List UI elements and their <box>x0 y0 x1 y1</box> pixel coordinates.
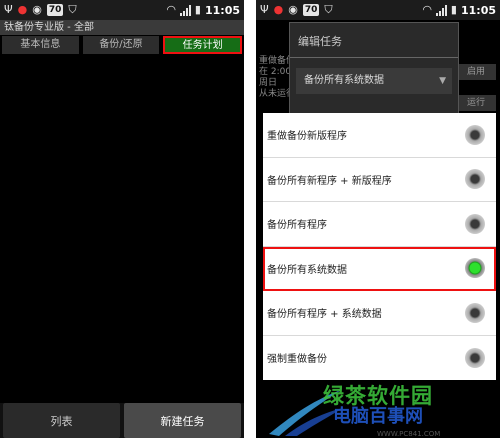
signal-icon <box>435 4 447 16</box>
tab-bar: 基本信息 备份/还原 任务计划 <box>0 36 244 54</box>
battery-level: 70 <box>302 4 320 16</box>
clock: 11:05 <box>204 3 240 17</box>
notification-dot-icon: ● <box>17 3 28 16</box>
record-icon: ◉ <box>288 3 298 16</box>
option-row[interactable]: 备份所有新程序 + 新版程序 <box>263 158 496 202</box>
task-type-options-list: 重做备份新版程序 备份所有新程序 + 新版程序 备份所有程序 备份所有系统数据 … <box>263 113 496 380</box>
wifi-icon: ◠ <box>166 3 176 16</box>
battery-icon: ▮ <box>194 3 201 16</box>
select-value: 备份所有系统数据 <box>304 75 384 86</box>
edit-task-dialog: 编辑任务 备份所有系统数据 ▼ <box>289 22 459 122</box>
option-row-selected[interactable]: 备份所有系统数据 <box>263 246 496 291</box>
tab-backup-restore[interactable]: 备份/还原 <box>82 36 160 54</box>
shield-icon: ⛉ <box>324 3 333 16</box>
left-phone-screen: Ψ ● ◉ 70 ⛉ ◠ ▮ 11:05 钛备份专业版 - 全部 基本信息 备份… <box>0 0 244 438</box>
radio-button-checked[interactable] <box>465 258 485 279</box>
option-label: 备份所有系统数据 <box>267 264 347 276</box>
new-task-button[interactable]: 新建任务 <box>124 403 241 438</box>
battery-icon: ▮ <box>450 3 457 16</box>
option-row[interactable]: 重做备份新版程序 <box>263 113 496 158</box>
battery-level: 70 <box>46 4 64 16</box>
option-label: 备份所有程序 + 系统数据 <box>267 309 382 321</box>
status-bar: Ψ ● ◉ 70 ⛉ ◠ ▮ 11:05 <box>256 0 500 20</box>
option-row[interactable]: 备份所有程序 <box>263 202 496 247</box>
bottom-bar: 列表 新建任务 <box>0 403 244 438</box>
divider <box>290 57 458 58</box>
dropdown-arrow-icon: ▼ <box>439 76 446 86</box>
option-row[interactable]: 强制重做备份 <box>263 336 496 381</box>
option-label: 备份所有新程序 + 新版程序 <box>267 175 392 187</box>
app-title: 钛备份专业版 - 全部 <box>0 20 244 35</box>
option-label: 强制重做备份 <box>267 354 327 366</box>
tab-basic-info[interactable]: 基本信息 <box>2 36 79 54</box>
wifi-icon: ◠ <box>422 3 432 16</box>
option-label: 重做备份新版程序 <box>267 131 347 143</box>
radio-button[interactable] <box>465 302 485 323</box>
record-icon: ◉ <box>32 3 42 16</box>
run-button: 运行 <box>456 95 496 111</box>
notification-dot-icon: ● <box>273 3 284 16</box>
right-phone-screen: Ψ ● ◉ 70 ⛉ ◠ ▮ 11:05 重做备份 在 2:00 周日 从未运行… <box>256 0 500 438</box>
radio-button[interactable] <box>465 347 485 368</box>
list-button[interactable]: 列表 <box>3 403 120 438</box>
enable-button: 启用 <box>456 64 496 80</box>
task-type-select[interactable]: 备份所有系统数据 ▼ <box>296 68 452 94</box>
usb-icon: Ψ <box>4 3 13 16</box>
option-row[interactable]: 备份所有程序 + 系统数据 <box>263 291 496 336</box>
dialog-title: 编辑任务 <box>298 35 342 48</box>
signal-icon <box>179 4 191 16</box>
tab-task-schedule[interactable]: 任务计划 <box>163 36 243 54</box>
status-bar: Ψ ● ◉ 70 ⛉ ◠ ▮ 11:05 <box>0 0 244 20</box>
radio-button[interactable] <box>465 169 485 190</box>
shield-icon: ⛉ <box>68 3 77 16</box>
option-label: 备份所有程序 <box>267 220 327 232</box>
radio-button[interactable] <box>465 213 485 234</box>
radio-button[interactable] <box>465 124 485 145</box>
clock: 11:05 <box>460 3 496 17</box>
usb-icon: Ψ <box>260 3 269 16</box>
